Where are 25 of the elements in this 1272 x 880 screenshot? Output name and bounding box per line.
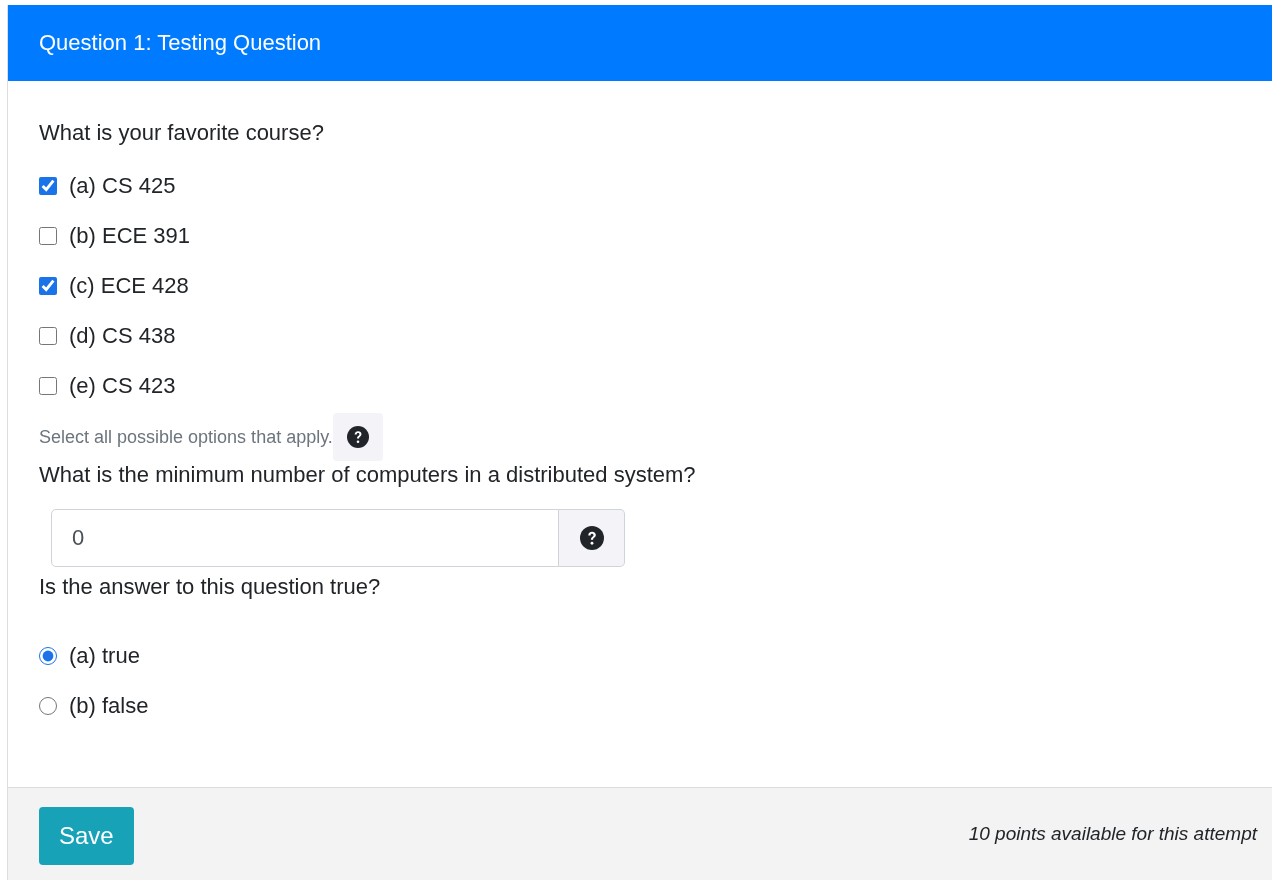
checkbox[interactable] <box>39 177 57 195</box>
checkbox[interactable] <box>39 277 57 295</box>
number-field[interactable]: 0 <box>51 509 559 567</box>
option-label: (b) false <box>69 692 149 720</box>
option-label: (d) CS 438 <box>69 322 176 350</box>
checkbox[interactable] <box>39 377 57 395</box>
question-prompt: Is the answer to this question true? <box>39 573 382 601</box>
points-note: 10 points available for this attempt <box>968 823 1257 845</box>
radio-button[interactable] <box>39 697 57 715</box>
question-title: Question 1: Testing Question <box>39 30 322 56</box>
question-mark-icon <box>346 426 369 448</box>
question-prompt: What is your favorite course? <box>39 119 325 147</box>
help-button[interactable] <box>332 413 383 461</box>
help-text: Select all possible options that apply. <box>39 426 333 448</box>
checkbox[interactable] <box>39 327 57 345</box>
option-label: (c) ECE 428 <box>69 272 189 300</box>
radio-button[interactable] <box>39 647 57 665</box>
question-prompt: What is the minimum number of computers in a distributed system? <box>39 461 697 489</box>
option-label: (b) ECE 391 <box>69 222 191 250</box>
help-button[interactable] <box>559 509 625 567</box>
option-label: (a) CS 425 <box>69 172 176 200</box>
option-label: (a) true <box>69 642 140 670</box>
checkbox[interactable] <box>39 227 57 245</box>
question-mark-icon <box>579 526 604 550</box>
option-label: (e) CS 423 <box>69 372 176 400</box>
